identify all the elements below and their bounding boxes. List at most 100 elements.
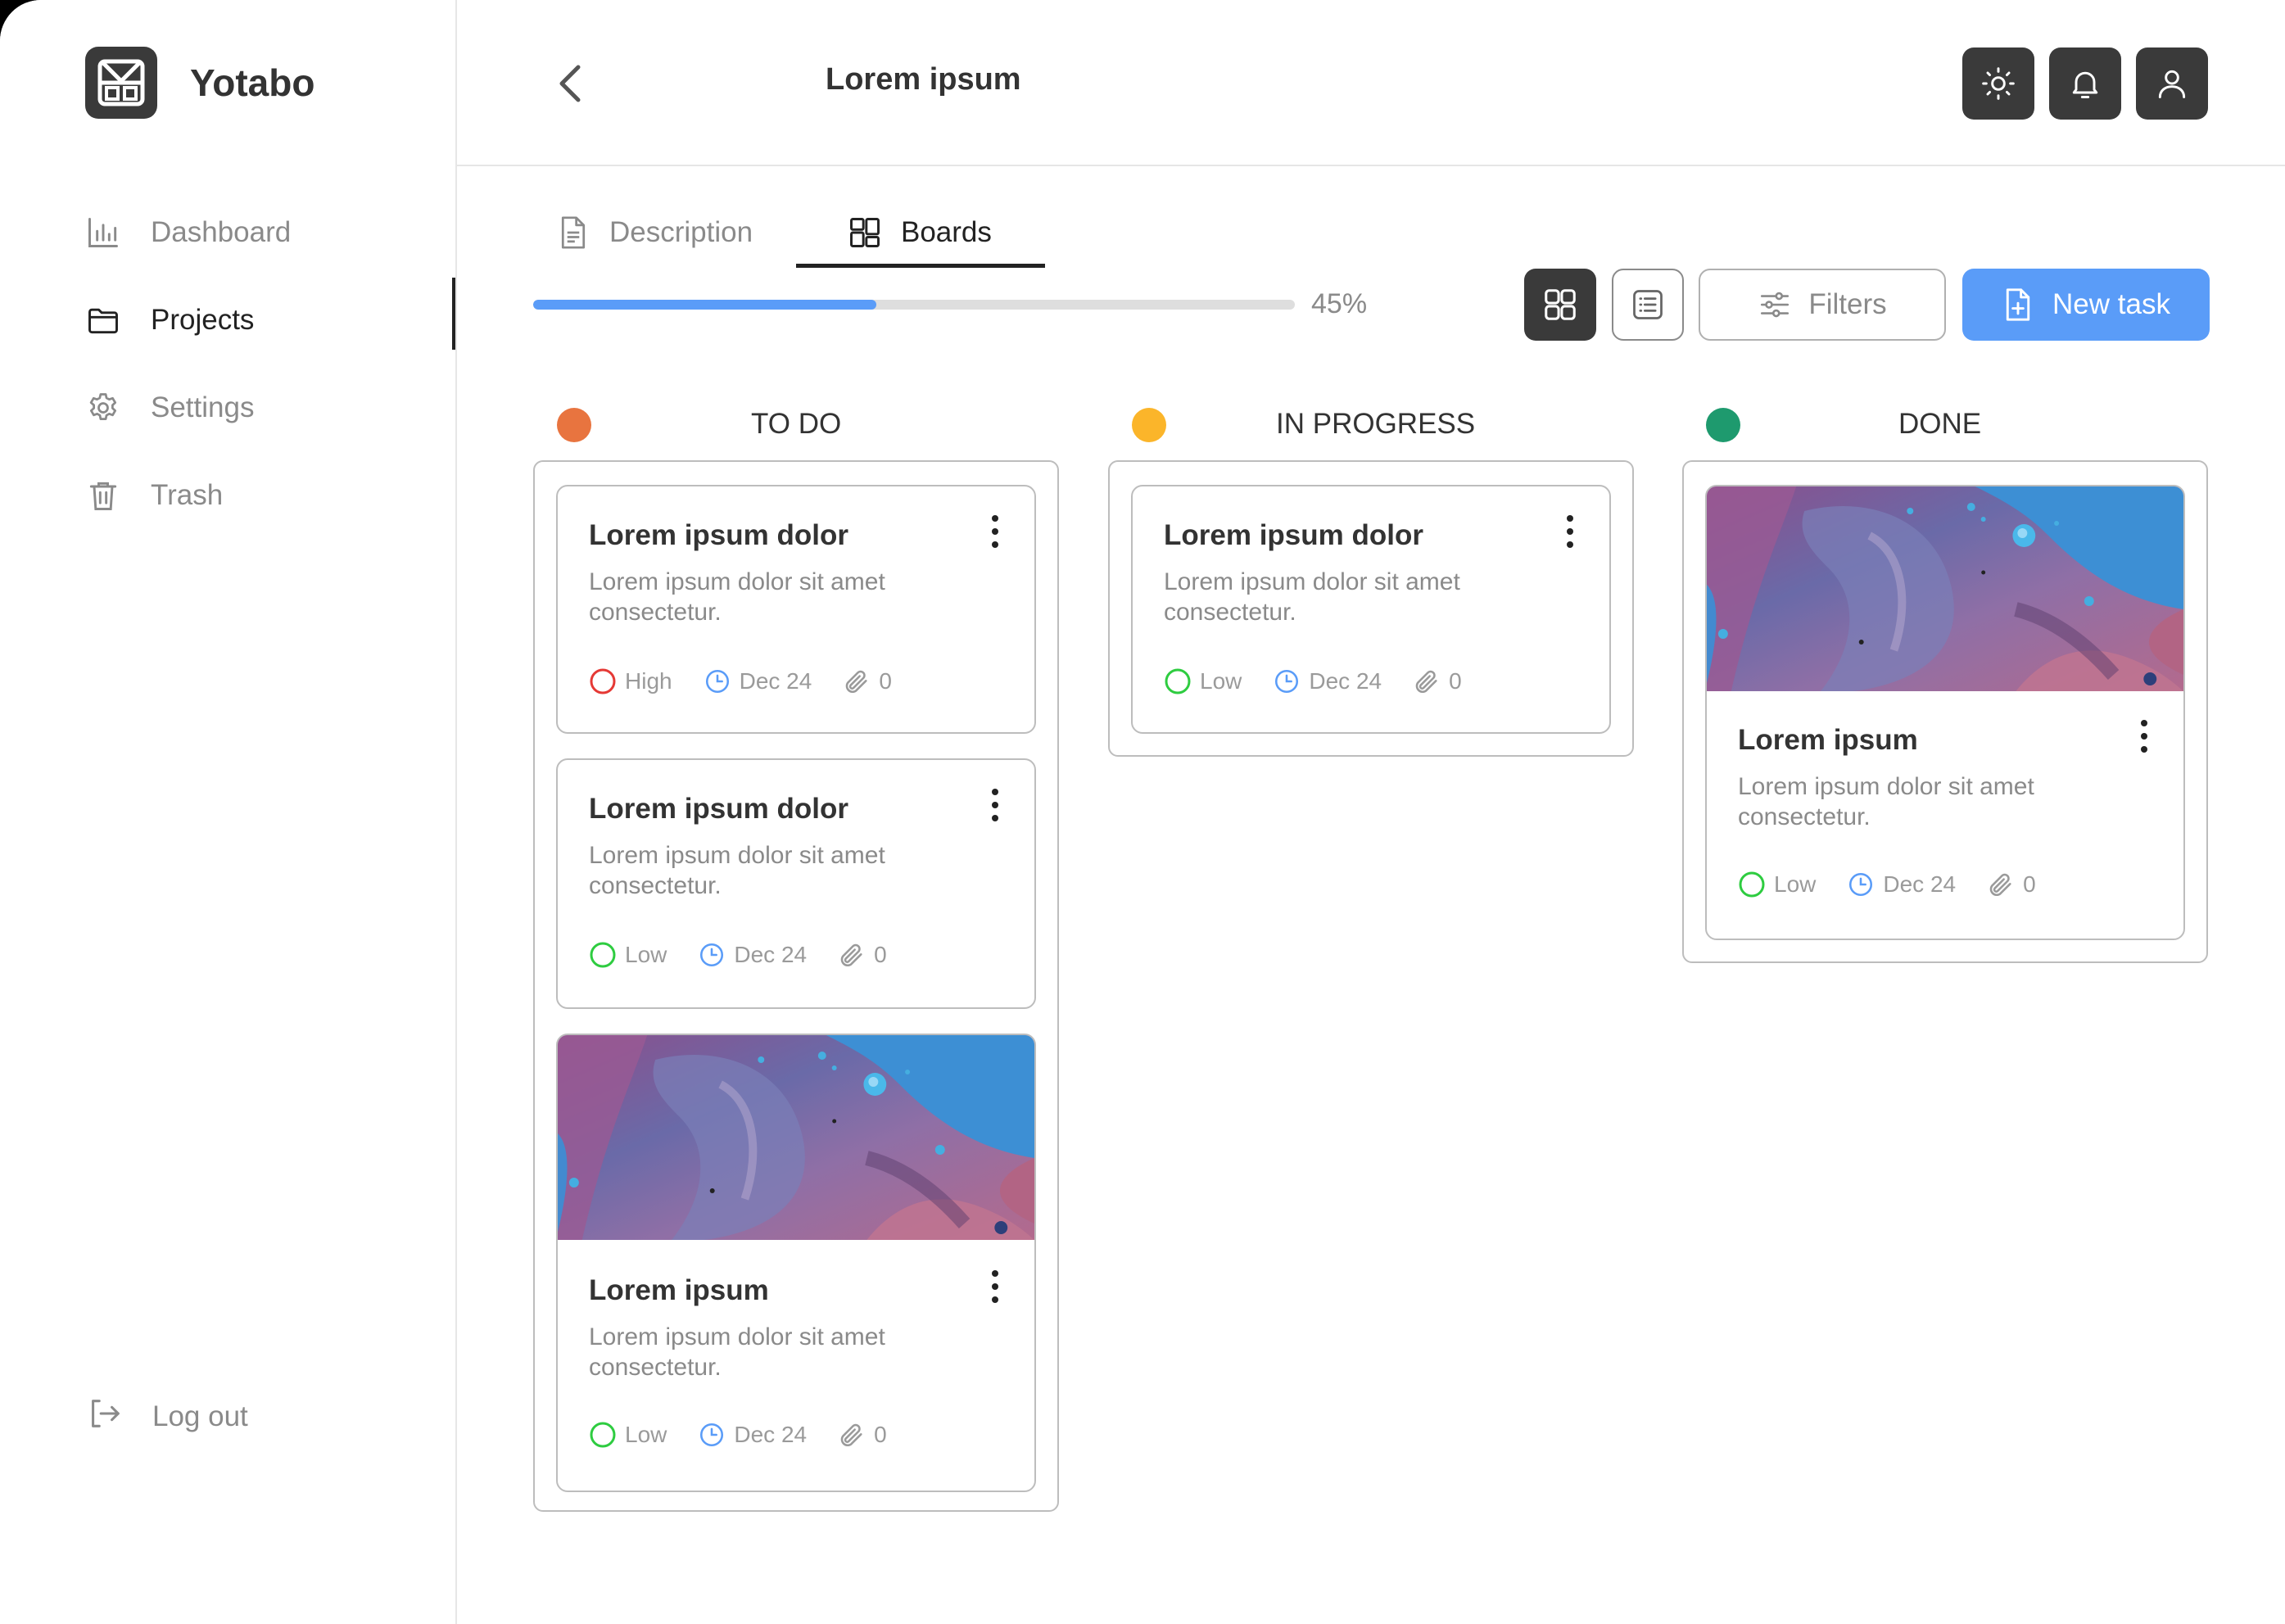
column-title-in-progress: IN PROGRESS — [1276, 408, 1476, 440]
task-card[interactable]: Lorem ipsum Lorem ipsum dolor sit amet c… — [556, 1034, 1036, 1492]
list-view-icon — [1633, 290, 1663, 319]
due-date: Dec 24 — [1847, 871, 1956, 898]
filters-label: Filters — [1808, 288, 1887, 320]
due-date-label: Dec 24 — [739, 668, 812, 694]
bell-icon — [2072, 71, 2098, 98]
priority-low-icon — [589, 1421, 617, 1449]
priority-label: Low — [625, 1422, 667, 1447]
sidebar-item-label: Dashboard — [151, 215, 292, 248]
card-meta: Low Dec 24 0 — [1164, 665, 1493, 698]
more-vertical-icon — [992, 1270, 998, 1303]
sliders-icon — [1758, 287, 1792, 322]
due-date: Dec 24 — [704, 667, 812, 695]
sidebar-item-projects[interactable]: Projects — [85, 276, 455, 364]
user-icon — [2158, 70, 2186, 98]
attachments-count: 0 — [843, 667, 892, 695]
yotabo-logo-icon — [85, 47, 157, 119]
brand[interactable]: Yotabo — [85, 47, 314, 119]
due-date-label: Dec 24 — [734, 1422, 808, 1447]
due-date: Dec 24 — [1273, 667, 1382, 695]
sidebar-nav: Dashboard Projects Settings Trash — [85, 188, 455, 539]
attachments-count: 0 — [838, 941, 887, 969]
task-card[interactable]: Lorem ipsum dolor Lorem ipsum dolor sit … — [1131, 485, 1611, 734]
card-title: Lorem ipsum dolor — [1164, 519, 1423, 551]
attachments-label: 0 — [879, 668, 892, 694]
card-title: Lorem ipsum — [589, 1274, 769, 1306]
todo-status-dot — [557, 408, 591, 442]
card-meta: Low Dec 24 0 — [589, 1418, 918, 1451]
list-view-button[interactable] — [1612, 269, 1684, 341]
card-menu-button[interactable] — [987, 785, 1003, 826]
sidebar-item-label: Trash — [151, 478, 224, 511]
document-icon — [555, 215, 591, 251]
back-button[interactable] — [545, 59, 595, 108]
logout-icon — [85, 1395, 123, 1440]
attachments-count: 0 — [838, 1421, 887, 1449]
card-meta: High Dec 24 0 — [589, 665, 923, 698]
task-card[interactable]: Lorem ipsum Lorem ipsum dolor sit amet c… — [1705, 485, 2185, 940]
column-title-done: DONE — [1898, 408, 1982, 440]
column-title-todo: TO DO — [751, 408, 842, 440]
gear-icon — [85, 390, 121, 426]
paperclip-icon — [838, 1421, 866, 1449]
due-date-label: Dec 24 — [734, 942, 808, 967]
task-card[interactable]: Lorem ipsum dolor Lorem ipsum dolor sit … — [556, 485, 1036, 734]
priority-low-icon — [1738, 871, 1766, 898]
chevron-left-icon — [559, 65, 581, 102]
paperclip-icon — [843, 667, 871, 695]
new-task-label: New task — [2052, 288, 2170, 320]
sidebar: Yotabo Dashboard Projects Settings Trash… — [0, 0, 457, 1624]
card-description: Lorem ipsum dolor sit amet consectetur. — [1738, 773, 2034, 830]
sidebar-item-trash[interactable]: Trash — [85, 451, 455, 539]
folder-icon — [85, 302, 121, 338]
card-menu-button[interactable] — [2136, 716, 2152, 757]
paperclip-icon — [838, 941, 866, 969]
filters-button[interactable]: Filters — [1699, 269, 1946, 341]
card-title: Lorem ipsum — [1738, 724, 1918, 756]
theme-toggle-button[interactable] — [1962, 47, 2034, 120]
attachments-label: 0 — [1449, 668, 1462, 694]
boards-icon — [847, 215, 883, 251]
logout-button[interactable]: Log out — [85, 1376, 248, 1458]
tab-label: Boards — [901, 216, 992, 248]
card-description: Lorem ipsum dolor sit amet consectetur. — [589, 1323, 885, 1381]
clock-icon — [704, 667, 731, 695]
more-vertical-icon — [992, 515, 998, 548]
sidebar-item-dashboard[interactable]: Dashboard — [85, 188, 455, 276]
header: Lorem ipsum — [457, 0, 2285, 166]
priority-badge: Low — [1164, 667, 1242, 695]
new-task-button[interactable]: New task — [1962, 269, 2210, 341]
grid-view-icon — [1545, 289, 1576, 320]
more-vertical-icon — [1567, 515, 1573, 548]
more-vertical-icon — [2141, 720, 2147, 753]
card-description: Lorem ipsum dolor sit amet consectetur. — [589, 568, 885, 626]
sun-icon — [1982, 67, 2015, 100]
card-cover-image — [1707, 486, 2183, 691]
paperclip-icon — [1987, 871, 2015, 898]
tab-description[interactable]: Description — [555, 197, 753, 269]
grid-view-button[interactable] — [1524, 269, 1596, 341]
card-menu-button[interactable] — [1562, 511, 1578, 552]
clock-icon — [1847, 871, 1875, 898]
clock-icon — [1273, 667, 1301, 695]
priority-badge: High — [589, 667, 672, 695]
sidebar-item-settings[interactable]: Settings — [85, 364, 455, 451]
paperclip-icon — [1413, 667, 1441, 695]
due-date-label: Dec 24 — [1883, 871, 1957, 897]
attachments-count: 0 — [1413, 667, 1462, 695]
task-card[interactable]: Lorem ipsum dolor Lorem ipsum dolor sit … — [556, 758, 1036, 1009]
profile-button[interactable] — [2136, 47, 2208, 120]
progress-bar — [533, 300, 1295, 310]
notifications-button[interactable] — [2049, 47, 2121, 120]
priority-label: Low — [1200, 668, 1242, 694]
card-title: Lorem ipsum dolor — [589, 793, 848, 825]
card-menu-button[interactable] — [987, 511, 1003, 552]
due-date-label: Dec 24 — [1309, 668, 1382, 694]
sidebar-item-label: Settings — [151, 391, 255, 423]
priority-label: High — [625, 668, 672, 694]
tab-boards[interactable]: Boards — [847, 197, 992, 269]
card-menu-button[interactable] — [987, 1266, 1003, 1307]
bar-chart-icon — [85, 215, 121, 251]
logout-label: Log out — [152, 1400, 248, 1432]
attachments-label: 0 — [874, 1422, 887, 1447]
